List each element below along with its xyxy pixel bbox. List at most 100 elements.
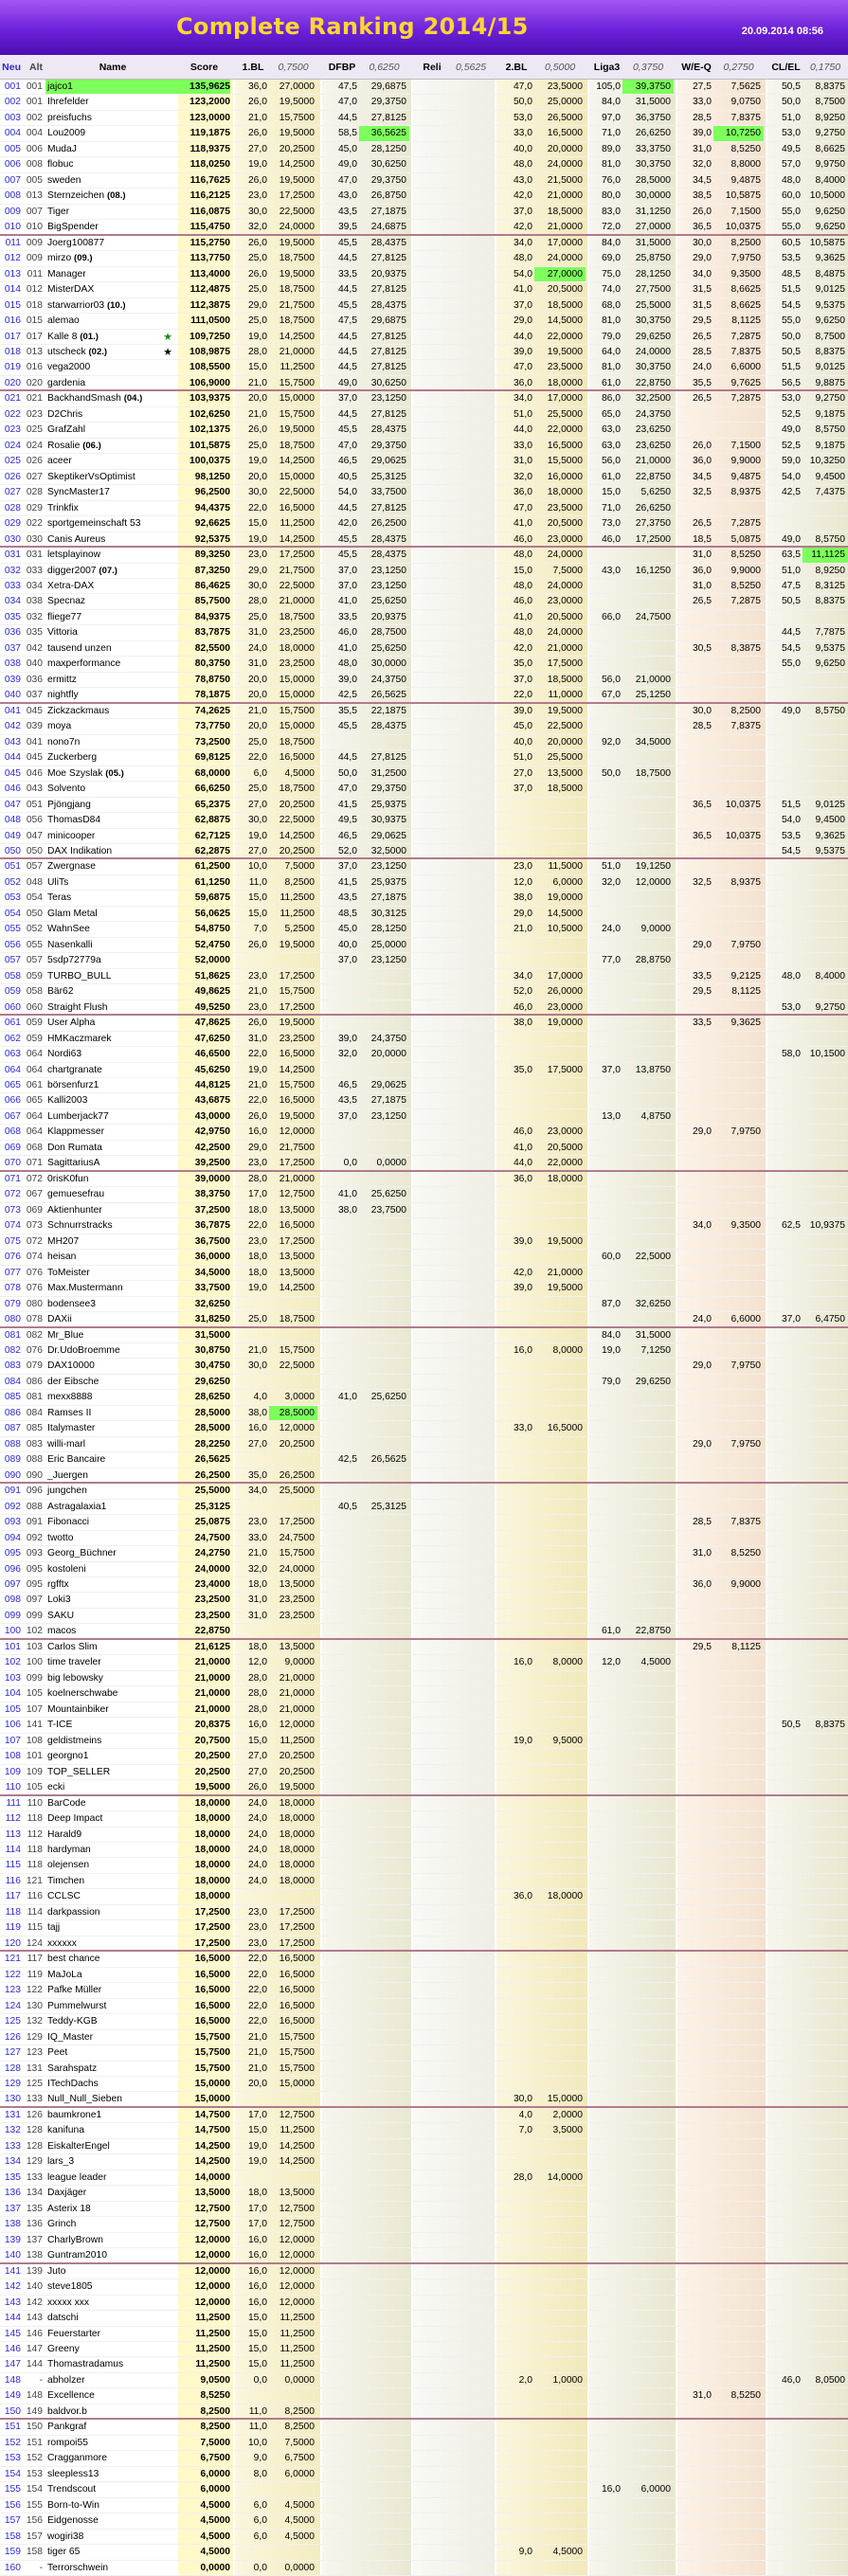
player-name[interactable]: Deep Impact xyxy=(45,1811,178,1826)
player-name[interactable]: Zwergnase xyxy=(45,859,178,874)
player-name[interactable]: T-ICE xyxy=(45,1718,178,1732)
player-name[interactable]: jungchen xyxy=(45,1484,178,1498)
player-name[interactable]: ITechDachs xyxy=(45,2077,178,2091)
player-name[interactable]: darkpassion xyxy=(45,1905,178,1919)
player-name[interactable]: sweden xyxy=(45,173,178,188)
player-name[interactable]: SagittariusA xyxy=(45,1156,178,1169)
player-name[interactable]: olejensen xyxy=(45,1858,178,1872)
player-name[interactable]: Ramses II xyxy=(45,1406,178,1420)
player-name[interactable]: HMKaczmarek xyxy=(45,1032,178,1046)
player-name[interactable]: lars_3 xyxy=(45,2154,178,2169)
player-name[interactable]: baumkrone1 xyxy=(45,2108,178,2122)
header-alt[interactable]: Alt xyxy=(22,55,43,79)
player-name[interactable]: sportgemeinschaft 53 xyxy=(45,516,178,531)
player-name[interactable]: Juto xyxy=(45,2264,178,2279)
player-name[interactable]: Georg_Büchner xyxy=(45,1546,178,1560)
player-name[interactable]: utscheck (02.) ★ xyxy=(45,345,178,359)
player-name[interactable]: jajco1 xyxy=(45,80,178,95)
player-name[interactable]: CharlyBrown xyxy=(45,2233,178,2247)
player-name[interactable]: Nasenkalli xyxy=(45,938,178,952)
player-name[interactable]: baldvor.b xyxy=(45,2405,178,2418)
player-name[interactable]: nightfly xyxy=(45,688,178,701)
player-name[interactable]: mexx8888 xyxy=(45,1390,178,1404)
player-name[interactable]: twotto xyxy=(45,1531,178,1545)
header-clel[interactable]: CL/EL xyxy=(769,55,803,79)
player-name[interactable]: ThomasD84 xyxy=(45,813,178,827)
player-name[interactable]: GrafZahl xyxy=(45,423,178,437)
player-name[interactable]: alemao xyxy=(45,314,178,328)
player-name[interactable]: EiskalterEngel xyxy=(45,2139,178,2153)
player-name[interactable]: time traveler xyxy=(45,1655,178,1669)
header-reli[interactable]: Reli xyxy=(415,55,449,79)
player-name[interactable]: Trinkfix xyxy=(45,501,178,515)
player-name[interactable]: Timchen xyxy=(45,1874,178,1888)
player-name[interactable]: xxxxxx xyxy=(45,1937,178,1950)
player-name[interactable]: ermittz xyxy=(45,673,178,687)
player-name[interactable]: Born-to-Win xyxy=(45,2498,178,2513)
player-name[interactable]: DAX10000 xyxy=(45,1359,178,1373)
player-name[interactable]: IQ_Master xyxy=(45,2030,178,2045)
player-name[interactable]: Loki3 xyxy=(45,1593,178,1607)
player-name[interactable]: Straight Flush xyxy=(45,1000,178,1014)
player-name[interactable]: Aktienhunter xyxy=(45,1203,178,1217)
player-name[interactable]: BackhandSmash (04.) xyxy=(45,391,178,405)
player-name[interactable]: Italymaster xyxy=(45,1421,178,1435)
player-name[interactable]: Max.Mustermann xyxy=(45,1281,178,1295)
player-name[interactable]: TURBO_BULL xyxy=(45,969,178,983)
player-name[interactable]: Vittoria xyxy=(45,625,178,639)
player-name[interactable]: moya xyxy=(45,719,178,733)
player-name[interactable]: Xetra-DAX xyxy=(45,579,178,593)
player-name[interactable]: best chance xyxy=(45,1952,178,1966)
header-name[interactable]: Name xyxy=(45,55,178,79)
player-name[interactable]: Mr_Blue xyxy=(45,1328,178,1342)
header-neu[interactable]: Neu xyxy=(0,55,21,79)
player-name[interactable]: Glam Metal xyxy=(45,907,178,921)
player-name[interactable]: Teddy-KGB xyxy=(45,2014,178,2028)
player-name[interactable]: letsplayinow xyxy=(45,548,178,562)
player-name[interactable]: gemuesefrau xyxy=(45,1187,178,1201)
player-name[interactable]: Greeny xyxy=(45,2342,178,2356)
player-name[interactable]: Lumberjack77 xyxy=(45,1109,178,1124)
player-name[interactable]: kanifuna xyxy=(45,2123,178,2137)
player-name[interactable]: Asterix 18 xyxy=(45,2202,178,2216)
player-name[interactable]: Sarahspatz xyxy=(45,2062,178,2076)
player-name[interactable]: MH207 xyxy=(45,1234,178,1249)
player-name[interactable]: Astragalaxia1 xyxy=(45,1500,178,1514)
player-name[interactable]: der Eibsche xyxy=(45,1375,178,1389)
player-name[interactable]: Eidgenosse xyxy=(45,2513,178,2528)
player-name[interactable]: geldistmeins xyxy=(45,1734,178,1748)
player-name[interactable]: UliTs xyxy=(45,875,178,890)
player-name[interactable]: tausend unzen xyxy=(45,641,178,656)
player-name[interactable]: Pjöngjang xyxy=(45,798,178,812)
player-name[interactable]: Pummelwurst xyxy=(45,1999,178,2013)
header-1bl[interactable]: 1.BL xyxy=(237,55,269,79)
player-name[interactable]: aceer xyxy=(45,454,178,468)
player-name[interactable]: xxxxx xxx xyxy=(45,2296,178,2310)
player-name[interactable]: Null_Null_Sieben xyxy=(45,2092,178,2105)
player-name[interactable]: heisan xyxy=(45,1250,178,1264)
player-name[interactable]: Feuerstarter xyxy=(45,2327,178,2341)
player-name[interactable]: User Alpha xyxy=(45,1016,178,1030)
player-name[interactable]: Peet xyxy=(45,2045,178,2060)
player-name[interactable]: 0risK0fun xyxy=(45,1172,178,1186)
player-name[interactable]: Daxjäger xyxy=(45,2186,178,2200)
player-name[interactable]: macos xyxy=(45,1624,178,1637)
player-name[interactable]: DAX Indikation xyxy=(45,844,178,857)
player-name[interactable]: Fibonacci xyxy=(45,1515,178,1529)
player-name[interactable]: SyncMaster17 xyxy=(45,485,178,499)
player-name[interactable]: Rosalie (06.) xyxy=(45,439,178,453)
player-name[interactable]: wogiri38 xyxy=(45,2530,178,2544)
player-name[interactable]: starwarrior03 (10.) xyxy=(45,298,178,313)
player-name[interactable]: chartgranate xyxy=(45,1063,178,1077)
player-name[interactable]: Klappmesser xyxy=(45,1125,178,1139)
header-dfbp[interactable]: DFBP xyxy=(325,55,359,79)
player-name[interactable]: BigSpender xyxy=(45,220,178,233)
player-name[interactable]: Harald9 xyxy=(45,1828,178,1842)
player-name[interactable]: Nordi63 xyxy=(45,1047,178,1061)
player-name[interactable]: Zickzackmaus xyxy=(45,704,178,718)
player-name[interactable]: Teras xyxy=(45,891,178,905)
player-name[interactable]: WahnSee xyxy=(45,922,178,936)
player-name[interactable]: tiger 65 xyxy=(45,2545,178,2559)
player-name[interactable]: minicooper xyxy=(45,829,178,843)
player-name[interactable]: DAXii xyxy=(45,1312,178,1325)
